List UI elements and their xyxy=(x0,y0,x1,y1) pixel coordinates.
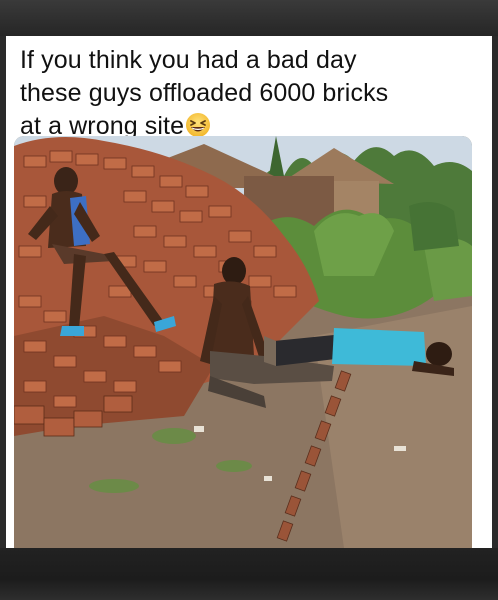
caption-line-1: If you think you had a bad day xyxy=(20,46,357,74)
bottom-dark-band xyxy=(0,548,498,600)
meme-photo xyxy=(14,136,472,548)
grinning-squinting-face-icon xyxy=(185,112,211,138)
top-dark-band xyxy=(0,0,498,36)
meme-caption: If you think you had a bad day these guy… xyxy=(20,44,480,143)
caption-line-2: these guys offloaded 6000 bricks xyxy=(20,79,389,107)
